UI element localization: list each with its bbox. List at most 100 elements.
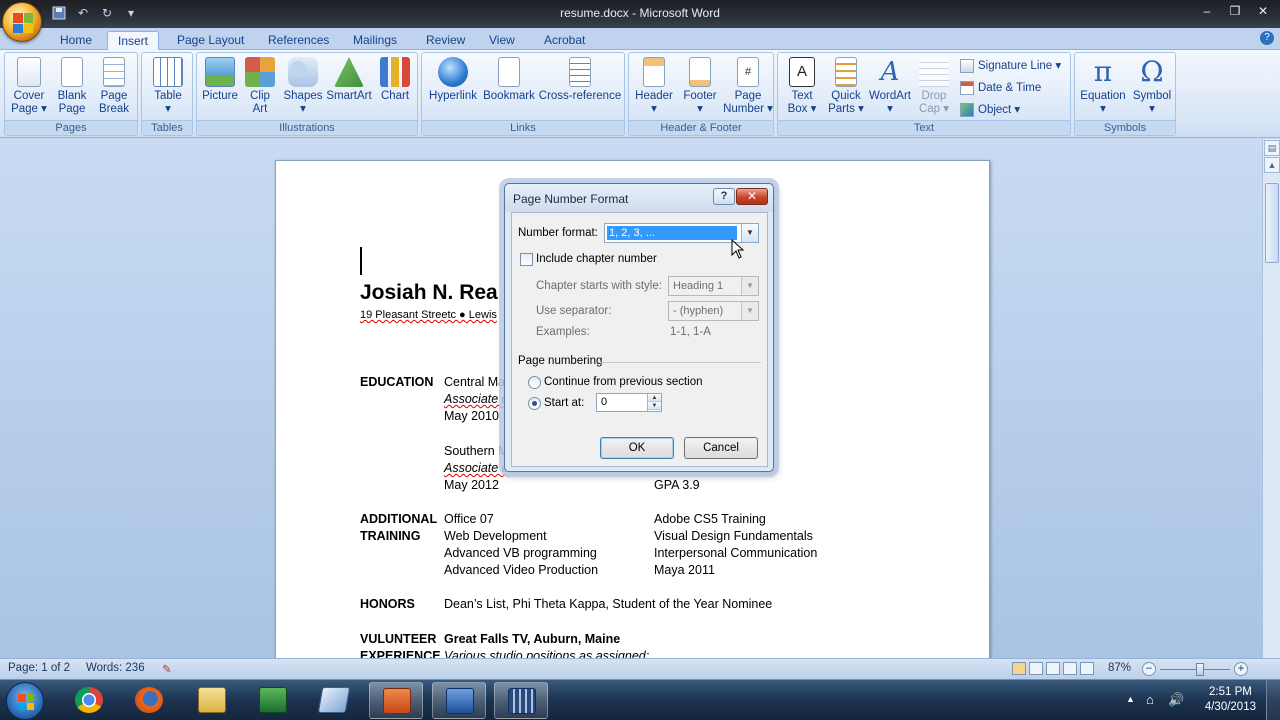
object-button[interactable]: Object ▾ [960, 101, 1020, 119]
chapter-style-select[interactable]: Heading 1 ▼ [668, 276, 759, 296]
training-right-item: Adobe CS5 Training [654, 512, 766, 526]
show-hidden-icons[interactable]: ▲ [1126, 694, 1135, 704]
signature-icon [960, 59, 974, 73]
ok-button[interactable]: OK [600, 437, 674, 459]
globe-icon [438, 57, 468, 87]
blank-page-button[interactable]: Blank Page [51, 57, 93, 116]
symbol-button[interactable]: Ω Symbol ▾ [1129, 57, 1175, 116]
start-button[interactable] [6, 682, 44, 720]
office-button[interactable] [2, 2, 42, 42]
training-left-item: Web Development [444, 529, 547, 543]
tab-page-layout[interactable]: Page Layout [167, 31, 254, 50]
header-button[interactable]: Header ▾ [631, 57, 677, 116]
spin-up-icon[interactable]: ▲ [648, 394, 661, 402]
network-icon[interactable]: ⌂ [1146, 692, 1154, 707]
page-break-button[interactable]: Page Break [93, 57, 135, 116]
zoom-slider[interactable] [1160, 669, 1230, 670]
clip-art-button[interactable]: Clip Art [241, 57, 279, 116]
training-left-item: Office 07 [444, 512, 494, 526]
spin-down-icon[interactable]: ▼ [648, 402, 661, 410]
zoom-level[interactable]: 87% [1108, 662, 1131, 674]
bookmark-button[interactable]: Bookmark [482, 57, 536, 103]
number-format-value: 1, 2, 3, ... [607, 226, 737, 240]
clock[interactable]: 2:51 PM 4/30/2013 [1205, 685, 1256, 715]
show-desktop-button[interactable] [1266, 680, 1280, 720]
table-button[interactable]: Table ▾ [146, 57, 190, 116]
table-icon [153, 57, 183, 87]
smartart-button[interactable]: SmartArt [325, 57, 373, 103]
dropdown-arrow-icon[interactable]: ▼ [741, 302, 758, 320]
cancel-button[interactable]: Cancel [684, 437, 758, 459]
text-box-button[interactable]: A Text Box ▾ [780, 57, 824, 116]
signature-line-button[interactable]: Signature Line ▾ [960, 57, 1061, 75]
taskbar-chrome[interactable] [62, 682, 116, 719]
continue-label: Continue from previous section [544, 376, 703, 388]
page-number-button[interactable]: # Page Number ▾ [723, 57, 773, 116]
tab-home[interactable]: Home [50, 31, 102, 50]
zoom-slider-thumb[interactable] [1196, 663, 1204, 676]
tab-mailings[interactable]: Mailings [343, 31, 407, 50]
continue-radio[interactable] [528, 376, 541, 389]
tab-insert[interactable]: Insert [107, 31, 160, 50]
minimize-button[interactable]: – [1194, 2, 1220, 20]
web-layout-icon[interactable] [1046, 662, 1060, 675]
cross-reference-button[interactable]: Cross-reference [538, 57, 622, 103]
tab-view[interactable]: View [479, 31, 525, 50]
zoom-out-button[interactable]: − [1142, 662, 1156, 676]
shapes-button[interactable]: Shapes ▾ [281, 57, 325, 116]
scroll-up-icon[interactable]: ▲ [1264, 157, 1280, 173]
dropdown-arrow-icon[interactable]: ▼ [741, 277, 758, 295]
picture-button[interactable]: Picture [199, 57, 241, 103]
tab-review[interactable]: Review [416, 31, 475, 50]
date-time-button[interactable]: Date & Time [960, 79, 1041, 97]
ruler-toggle-icon[interactable]: ▤ [1264, 140, 1280, 156]
proofing-icon[interactable]: ✎ [162, 662, 172, 676]
dialog-close-button[interactable]: ✕ [736, 188, 768, 205]
include-chapter-checkbox[interactable] [520, 253, 533, 266]
taskbar-app[interactable] [307, 682, 361, 719]
drop-cap-button[interactable]: Drop Cap ▾ [912, 57, 956, 116]
training-right-item: Maya 2011 [654, 563, 715, 577]
draft-icon[interactable] [1080, 662, 1094, 675]
help-icon[interactable]: ? [1260, 31, 1274, 45]
close-window-button[interactable]: ✕ [1250, 2, 1276, 20]
tab-acrobat[interactable]: Acrobat [534, 31, 595, 50]
taskbar: ▲ ⌂ 🔊 2:51 PM 4/30/2013 [0, 679, 1280, 720]
zoom-in-button[interactable]: + [1234, 662, 1248, 676]
full-screen-icon[interactable] [1029, 662, 1043, 675]
start-at-input[interactable]: 0 ▲ ▼ [596, 393, 662, 412]
volunteer-org: Great Falls TV, Auburn, Maine [444, 632, 621, 646]
tab-references[interactable]: References [258, 31, 339, 50]
training-label-2: TRAINING [360, 529, 421, 543]
restore-button[interactable]: ❐ [1222, 2, 1248, 20]
print-layout-icon[interactable] [1012, 662, 1026, 675]
volume-icon[interactable]: 🔊 [1168, 692, 1184, 708]
taskbar-excel[interactable] [246, 682, 300, 719]
taskbar-powerpoint[interactable] [369, 682, 423, 719]
separator-select[interactable]: - (hyphen) ▼ [668, 301, 759, 321]
cover-page-button[interactable]: Cover Page ▾ [7, 57, 51, 116]
taskbar-word[interactable] [432, 682, 486, 719]
equation-button[interactable]: π Equation ▾ [1077, 57, 1129, 116]
wordart-button[interactable]: A WordArt ▾ [868, 57, 912, 116]
quick-parts-button[interactable]: Quick Parts ▾ [824, 57, 868, 116]
taskbar-video[interactable] [494, 682, 548, 719]
dialog-body: Number format: 1, 2, 3, ... ▼ Include ch… [511, 212, 768, 467]
app-icon [317, 687, 351, 713]
chart-button[interactable]: Chart [375, 57, 415, 103]
outline-icon[interactable] [1063, 662, 1077, 675]
dialog-help-button[interactable]: ? [713, 188, 735, 205]
taskbar-firefox[interactable] [122, 682, 176, 719]
word-count[interactable]: Words: 236 [86, 662, 145, 674]
footer-button[interactable]: Footer ▾ [677, 57, 723, 116]
page-count[interactable]: Page: 1 of 2 [8, 662, 70, 674]
drop-cap-icon [919, 57, 949, 87]
scroll-thumb[interactable] [1265, 183, 1279, 263]
training-left-item: Advanced VB programming [444, 546, 597, 560]
taskbar-explorer[interactable] [185, 682, 239, 719]
group-text: A Text Box ▾ Quick Parts ▾ A WordArt ▾ Drop… [777, 52, 1071, 136]
vertical-scrollbar[interactable]: ▤ ▲ [1262, 139, 1280, 658]
start-at-radio[interactable] [528, 397, 541, 410]
dialog-title-bar[interactable]: Page Number Format ? ✕ [505, 184, 773, 212]
hyperlink-button[interactable]: Hyperlink [426, 57, 480, 103]
